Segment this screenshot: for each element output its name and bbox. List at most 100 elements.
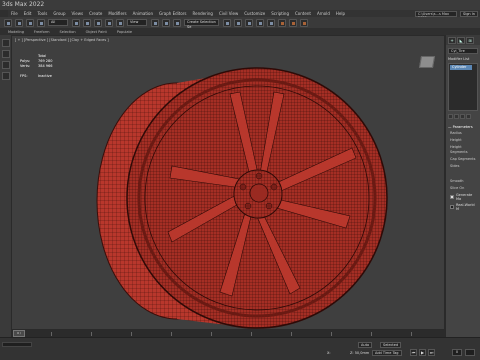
unlink-icon[interactable] [37, 18, 45, 27]
remove-modifier-icon[interactable] [466, 114, 471, 119]
stack-tools [448, 114, 478, 119]
time-slider-handle[interactable]: 0 / 100 [13, 330, 25, 340]
menu-tools[interactable]: Tools [37, 11, 47, 16]
select-by-name-icon[interactable] [83, 18, 91, 27]
command-panel: + ◣ ⊞ Cyl_Tire Modifier List Cylinder Pa… [445, 35, 480, 337]
menu-views[interactable]: Views [72, 11, 84, 16]
sign-in-button[interactable]: Sign In [460, 10, 478, 17]
modifier-stack[interactable]: Cylinder [448, 63, 478, 111]
go-to-start-icon[interactable]: ⏮ [410, 349, 417, 356]
workspace-selector[interactable]: C:\Users\s...s Max 2022 [415, 10, 457, 20]
tab-modeling[interactable]: Modeling [8, 30, 24, 34]
menu-bar: File Edit Tools Group Views Create Modif… [0, 10, 480, 20]
undo-icon[interactable] [4, 18, 12, 27]
param-cap-segments[interactable]: Cap Segments [450, 157, 478, 162]
mirror-icon[interactable] [223, 18, 231, 27]
material-editor-icon[interactable] [267, 18, 275, 27]
z-coordinate[interactable]: Z: 50,0mm [350, 351, 369, 355]
stack-item-cylinder[interactable]: Cylinder [450, 65, 472, 70]
timeline-slider[interactable]: 0 / 100 [11, 330, 445, 340]
menu-civil-view[interactable]: Civil View [219, 11, 238, 16]
tab-object-paint[interactable]: Object Paint [86, 30, 107, 34]
render-icon[interactable] [300, 18, 308, 27]
viewport-label[interactable]: [ + ] [Perspective ] [Standard ] [Clay +… [15, 38, 109, 42]
app-logo-icon[interactable] [0, 10, 8, 17]
object-name-field[interactable]: Cyl_Tire [448, 48, 478, 54]
x-coordinate[interactable]: X: [327, 351, 331, 355]
param-smooth[interactable]: Smooth [450, 179, 478, 184]
pivot-icon[interactable] [151, 18, 159, 27]
tab-populate[interactable]: Populate [117, 30, 132, 34]
create-tab-icon[interactable]: + [448, 36, 456, 44]
status-bar: X: Z: 50,0mm Add Time Tag Auto Selected … [0, 337, 480, 360]
param-sides[interactable]: Sides [450, 164, 478, 169]
menu-file[interactable]: File [11, 11, 18, 16]
maxscript-listener[interactable] [2, 342, 32, 347]
align-icon[interactable] [234, 18, 242, 27]
menu-arnold[interactable]: Arnold [317, 11, 330, 16]
menu-group[interactable]: Group [53, 11, 65, 16]
menu-create[interactable]: Create [89, 11, 102, 16]
time-configuration-icon[interactable] [465, 349, 475, 356]
sort-icon[interactable] [1, 50, 10, 58]
main-toolbar: All View Create Selection Se [0, 17, 480, 29]
reference-coordinate-select[interactable]: View [127, 19, 147, 26]
auto-key-button[interactable]: Auto [358, 342, 373, 348]
named-selection-set-select[interactable]: Create Selection Se [184, 19, 219, 29]
layer-explorer-icon[interactable] [245, 18, 253, 27]
menu-edit[interactable]: Edit [24, 11, 32, 16]
stats-fps-label: FPS: [20, 74, 28, 78]
add-time-tag-button[interactable]: Add Time Tag [372, 350, 402, 356]
current-frame-field[interactable]: 0 [452, 349, 462, 356]
param-height[interactable]: Height [450, 138, 478, 143]
real-world-box[interactable] [450, 205, 454, 209]
menu-scripting[interactable]: Scripting [271, 11, 289, 16]
generate-mapping-checkbox[interactable]: Generate Ma [450, 193, 478, 201]
redo-icon[interactable] [15, 18, 23, 27]
viewcube-icon[interactable] [418, 56, 436, 68]
move-icon[interactable] [94, 18, 102, 27]
show-end-result-icon[interactable] [454, 114, 459, 119]
timeline-tick [291, 332, 292, 336]
param-height-segments[interactable]: Height Segments [450, 145, 478, 155]
menu-modifiers[interactable]: Modifiers [108, 11, 126, 16]
perspective-viewport[interactable]: [ + ] [Perspective ] [Standard ] [Clay +… [11, 35, 445, 330]
menu-customize[interactable]: Customize [244, 11, 265, 16]
hierarchy-tab-icon[interactable]: ⊞ [466, 36, 474, 44]
make-unique-icon[interactable] [460, 114, 465, 119]
angle-snap-icon[interactable] [173, 18, 181, 27]
param-slice-on[interactable]: Slice On [450, 186, 478, 191]
filter-icon[interactable] [1, 61, 10, 69]
param-radius[interactable]: Radius [450, 131, 478, 136]
pin-stack-icon[interactable] [448, 114, 453, 119]
app-window: 3ds Max 2022 File Edit Tools Group Views… [0, 0, 480, 360]
rotate-icon[interactable] [105, 18, 113, 27]
scale-icon[interactable] [116, 18, 124, 27]
scene-explorer-icon[interactable] [1, 39, 10, 47]
layer-icon[interactable] [1, 72, 10, 80]
real-world-checkbox[interactable]: Real-World M [450, 203, 478, 211]
parameters-rollout[interactable]: Parameters [448, 125, 478, 129]
menu-rendering[interactable]: Rendering [193, 11, 213, 16]
stats-fps-row: FPS: Inactive [20, 74, 52, 79]
modifier-list-dropdown[interactable]: Modifier List [448, 57, 478, 61]
menu-help[interactable]: Help [336, 11, 345, 16]
menu-content[interactable]: Content [295, 11, 311, 16]
render-frame-icon[interactable] [289, 18, 297, 27]
snap-icon[interactable] [162, 18, 170, 27]
selected-dropdown[interactable]: Selected [380, 342, 402, 348]
select-object-icon[interactable] [72, 18, 80, 27]
menu-graph-editors[interactable]: Graph Editors [159, 11, 186, 16]
menu-animation[interactable]: Animation [133, 11, 153, 16]
link-icon[interactable] [26, 18, 34, 27]
play-icon[interactable]: ▶ [419, 349, 426, 356]
modify-tab-icon[interactable]: ◣ [457, 36, 465, 44]
render-setup-icon[interactable] [278, 18, 286, 27]
wheel-model[interactable] [12, 36, 445, 330]
selection-filter-select[interactable]: All [48, 19, 68, 26]
curve-editor-icon[interactable] [256, 18, 264, 27]
tab-freeform[interactable]: Freeform [34, 30, 50, 34]
generate-mapping-box[interactable] [450, 195, 454, 199]
tab-selection[interactable]: Selection [60, 30, 76, 34]
go-to-end-icon[interactable]: ⏭ [428, 349, 435, 356]
